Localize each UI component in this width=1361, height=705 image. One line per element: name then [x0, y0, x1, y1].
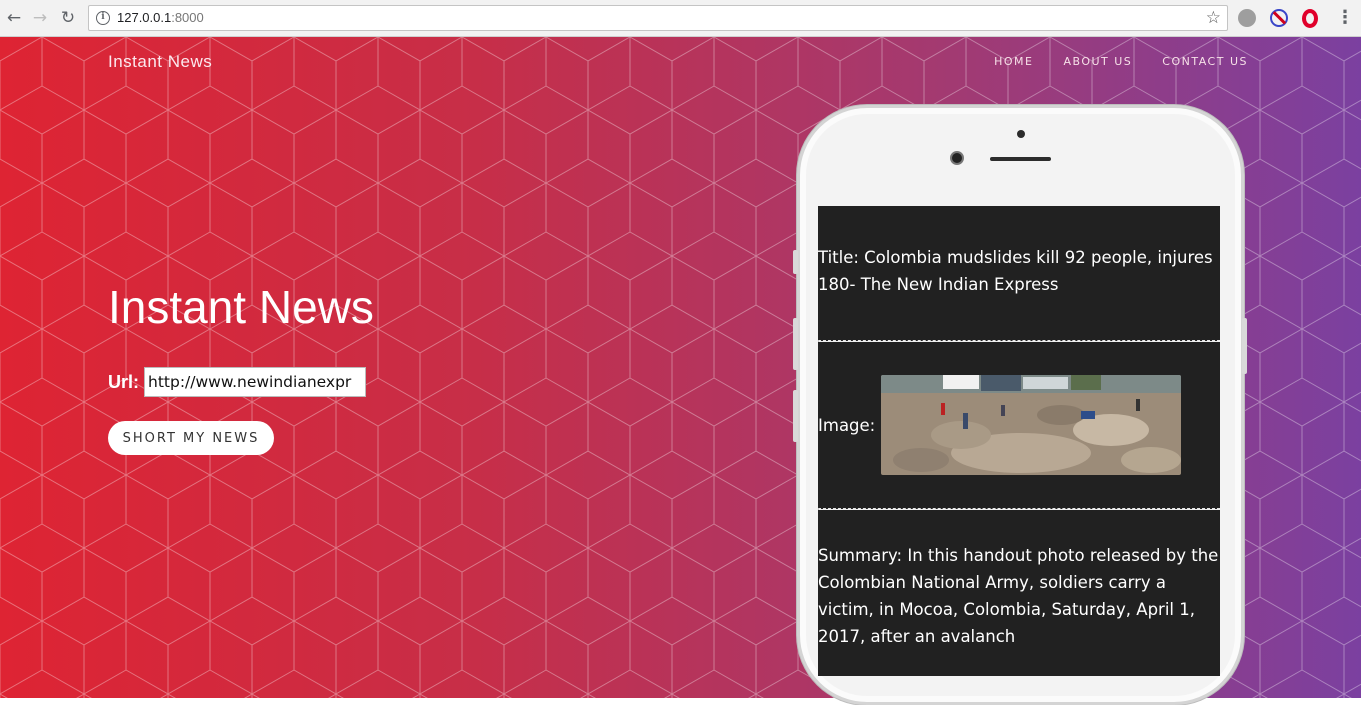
phone-screen: Title: Colombia mudslides kill 92 people… [818, 206, 1220, 676]
nav-contact-us[interactable]: CONTACT US [1162, 55, 1248, 68]
result-image-label: Image: [818, 415, 876, 435]
url-input[interactable] [144, 367, 366, 397]
phone-speaker [990, 157, 1051, 161]
extension-cloud-icon[interactable] [1238, 9, 1256, 27]
bookmark-star-icon[interactable]: ☆ [1206, 8, 1221, 28]
reload-icon[interactable]: ↻ [58, 8, 78, 28]
phone-volume-down [793, 390, 798, 442]
nav-home[interactable]: HOME [994, 55, 1033, 68]
url-label: Url: [108, 371, 139, 392]
forward-arrow-icon[interactable]: → [30, 8, 50, 28]
browser-toolbar: ← → ↻ i 127.0.0.1:8000 ☆ ⋮ [0, 0, 1361, 37]
back-arrow-icon[interactable]: ← [4, 8, 24, 28]
hero-title: Instant News [108, 281, 374, 333]
result-title: Title: Colombia mudslides kill 92 people… [818, 248, 1213, 294]
result-summary-block: Summary: In this handout photo released … [818, 510, 1220, 650]
phone-camera [950, 151, 964, 165]
site-brand[interactable]: Instant News [108, 52, 212, 72]
phone-mute-switch [793, 250, 798, 274]
browser-menu-icon[interactable]: ⋮ [1336, 9, 1354, 27]
address-bar[interactable]: i 127.0.0.1:8000 ☆ [88, 5, 1228, 31]
result-summary: Summary: In this handout photo released … [818, 546, 1219, 646]
result-title-block: Title: Colombia mudslides kill 92 people… [818, 206, 1220, 298]
phone-power-button [1242, 318, 1247, 374]
top-nav: HOME ABOUT US CONTACT US [994, 55, 1248, 68]
nav-about-us[interactable]: ABOUT US [1063, 55, 1132, 68]
address-url[interactable]: 127.0.0.1:8000 [117, 10, 204, 25]
phone-sensor [1017, 130, 1025, 138]
extension-opera-icon[interactable] [1302, 9, 1318, 28]
short-my-news-button[interactable]: SHORT MY NEWS [108, 421, 274, 455]
site-info-icon[interactable]: i [96, 11, 110, 25]
phone-volume-up [793, 318, 798, 370]
result-image-row: Image: [818, 342, 1220, 508]
news-image [881, 375, 1182, 475]
url-form-row: Url: [108, 367, 366, 397]
extension-block-icon[interactable] [1270, 9, 1288, 27]
